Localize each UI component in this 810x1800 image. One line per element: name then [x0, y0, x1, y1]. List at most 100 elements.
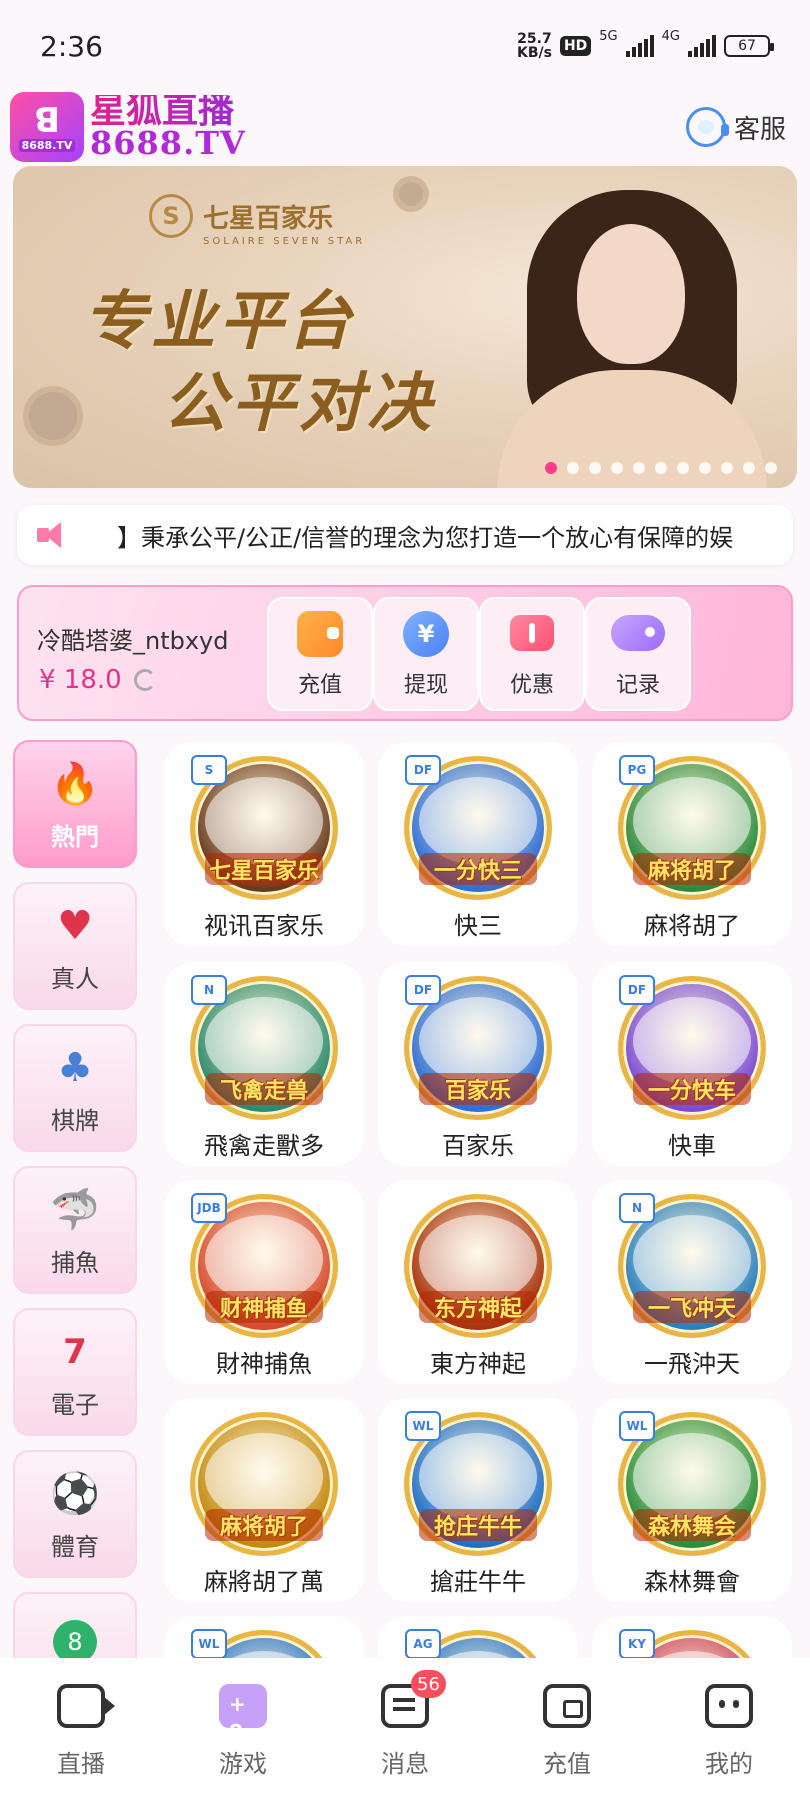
category-live[interactable]: ♥ 真人 — [13, 882, 137, 1010]
tab-recharge[interactable]: 充值 — [486, 1658, 648, 1800]
tab-games[interactable]: 游戏 — [162, 1658, 324, 1800]
provider-badge: DF — [405, 975, 441, 1005]
banner-brand-name: 七星百家乐 — [203, 203, 334, 234]
banner-model-image — [497, 180, 767, 488]
game-thumbnail: DF 一分快三 — [404, 755, 552, 900]
network-4g-label: 4G — [661, 28, 680, 44]
withdraw-button[interactable]: ¥ 提现 — [373, 597, 479, 711]
game-card[interactable]: DF 百家乐 百家乐 — [378, 962, 578, 1166]
category-sports[interactable]: ⚽ 體育 — [13, 1450, 137, 1578]
account-card: 冷酷塔婆_ntbxyd ¥ 18.0 充值 ¥ 提现 优惠 记录 — [17, 585, 793, 721]
carousel-indicator[interactable] — [13, 462, 797, 474]
carousel-dot[interactable] — [655, 462, 667, 474]
game-card[interactable]: 东方神起 東方神起 — [378, 1180, 578, 1384]
chip-decoration — [393, 176, 429, 212]
hd-icon: HD — [559, 36, 592, 56]
provider-badge: WL — [619, 1411, 655, 1441]
provider-badge: WL — [405, 1411, 441, 1441]
profile-icon — [705, 1684, 753, 1728]
network-speed: 25.7 KB/s — [517, 32, 552, 60]
category-slots[interactable]: 7 電子 — [13, 1308, 137, 1436]
battery-level: 67 — [738, 38, 756, 54]
category-cards[interactable]: ♣ 棋牌 — [13, 1024, 137, 1152]
carousel-dot[interactable] — [611, 462, 623, 474]
game-name: 搶莊牛牛 — [430, 1568, 526, 1596]
withdraw-label: 提现 — [403, 673, 448, 698]
tab-messages[interactable]: 56 消息 — [324, 1658, 486, 1800]
provider-badge: JDB — [191, 1193, 227, 1223]
battery-icon: 67 — [724, 35, 774, 57]
carousel-dot[interactable] — [743, 462, 755, 474]
category-label: 電子 — [51, 1391, 99, 1419]
provider-badge: PG — [619, 755, 655, 785]
game-logo-text: 森林舞会 — [633, 1509, 751, 1541]
brand-name-en: 8688.TV — [90, 124, 246, 162]
refresh-balance-icon[interactable] — [133, 669, 156, 691]
logo-small-text: 8688.TV — [18, 138, 76, 152]
app-logo: ꓭ 8688.TV — [10, 92, 84, 162]
carousel-dot[interactable] — [633, 462, 645, 474]
tab-label: 我的 — [705, 1750, 753, 1778]
game-thumbnail: WL 森林舞会 — [618, 1411, 766, 1556]
game-thumbnail: JDB 财神捕鱼 — [190, 1193, 338, 1338]
app-header: ꓭ 8688.TV 星狐直播 8688.TV 客服 — [10, 92, 800, 162]
provider-badge: N — [619, 1193, 655, 1223]
signal-bars-icon — [688, 35, 716, 57]
game-name: 一飛沖天 — [644, 1350, 740, 1378]
category-fishing[interactable]: 🦈 捕魚 — [13, 1166, 137, 1294]
tab-profile[interactable]: 我的 — [648, 1658, 810, 1800]
banner-slogan-line2: 公平对决 — [163, 367, 435, 441]
record-label: 记录 — [615, 673, 660, 698]
banner-slogan-line1: 专业平台 — [83, 285, 355, 359]
game-name: 快車 — [668, 1132, 716, 1160]
clock: 2:36 — [40, 29, 103, 63]
game-name: 视讯百家乐 — [204, 912, 324, 940]
carousel-dot[interactable] — [677, 462, 689, 474]
game-logo-text: 一飞冲天 — [633, 1291, 751, 1323]
game-logo-text: 飞禽走兽 — [205, 1073, 323, 1105]
offer-button[interactable]: 优惠 — [479, 597, 585, 711]
balance: ¥ 18.0 — [39, 665, 156, 695]
carousel-dot[interactable] — [589, 462, 601, 474]
game-card[interactable]: JDB 财神捕鱼財神捕魚 — [164, 1180, 364, 1384]
network-5g-label: 5G — [599, 28, 618, 44]
game-thumbnail: DF 一分快车 — [618, 975, 766, 1120]
game-card[interactable]: S 七星百家乐 视讯百家乐 — [164, 742, 364, 946]
game-card[interactable]: 麻将胡了 麻將胡了萬 — [164, 1398, 364, 1602]
speed-unit: KB/s — [516, 45, 552, 61]
game-name: 森林舞會 — [644, 1568, 740, 1596]
game-card[interactable]: DF 一分快车快車 — [592, 962, 792, 1166]
carousel-dot[interactable] — [721, 462, 733, 474]
game-card[interactable]: PG 麻将胡了 麻将胡了 — [592, 742, 792, 946]
customer-service-button[interactable]: 客服 — [685, 107, 786, 147]
category-hot[interactable]: 🔥 熱門 — [13, 740, 137, 868]
promo-banner[interactable]: S 七星百家乐 SOLAIRE SEVEN STAR 专业平台 公平对决 — [13, 166, 797, 488]
game-name: 麻將胡了萬 — [204, 1568, 324, 1596]
status-icons: 25.7 KB/s HD 5G 4G 67 — [517, 28, 774, 60]
provider-badge: KY — [619, 1629, 655, 1659]
game-card[interactable]: N 飞禽走兽 飛禽走獸多 — [164, 962, 364, 1166]
announcement-bar[interactable]: 】秉承公平/公正/信誉的理念为您打造一个放心有保障的娱 — [17, 505, 793, 565]
carousel-dot[interactable] — [545, 462, 557, 474]
game-logo-text: 一分快三 — [419, 853, 537, 885]
tab-live[interactable]: 直播 — [0, 1658, 162, 1800]
game-card[interactable]: WL 森林舞会森林舞會 — [592, 1398, 792, 1602]
game-card[interactable]: DF 一分快三 快三 — [378, 742, 578, 946]
carousel-dot[interactable] — [699, 462, 711, 474]
offer-icon — [510, 615, 554, 651]
game-card[interactable]: N 一飞冲天一飛沖天 — [592, 1180, 792, 1384]
game-logo-text: 七星百家乐 — [205, 853, 323, 885]
recharge-button[interactable]: 充值 — [267, 597, 373, 711]
tab-label: 充值 — [543, 1750, 591, 1778]
game-name: 飛禽走獸多 — [204, 1132, 324, 1160]
banner-brand-sub: SOLAIRE SEVEN STAR — [203, 236, 366, 247]
carousel-dot[interactable] — [567, 462, 579, 474]
game-thumbnail: N 一飞冲天 — [618, 1193, 766, 1338]
category-label: 熱門 — [51, 823, 99, 851]
game-name: 財神捕魚 — [216, 1350, 312, 1378]
game-card[interactable]: WL 抢庄牛牛 搶莊牛牛 — [378, 1398, 578, 1602]
record-button[interactable]: 记录 — [585, 597, 691, 711]
unread-count-badge: 56 — [411, 1670, 446, 1698]
carousel-dot[interactable] — [765, 462, 777, 474]
game-name: 東方神起 — [430, 1350, 526, 1378]
